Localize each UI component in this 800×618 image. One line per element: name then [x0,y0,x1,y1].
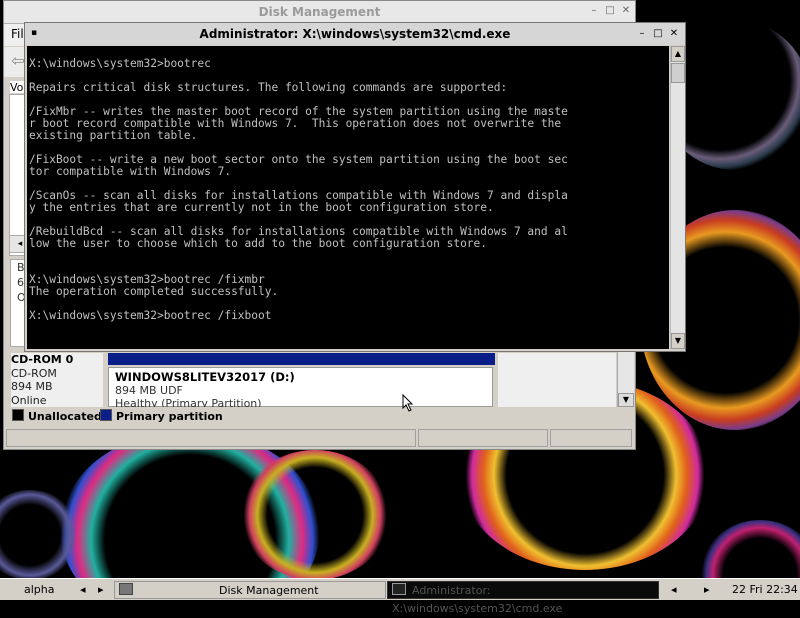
legend: Unallocated Primary partition [6,407,632,425]
clock: 22 Fri 22:34 [732,583,798,596]
task-label: Disk Management [219,584,319,597]
legend-unallocated-label: Unallocated [28,410,102,423]
wallpaper-bubble [240,450,390,580]
close-button[interactable]: ✕ [667,27,681,41]
cdrom-status: Online [11,393,47,407]
status-pane [418,429,548,447]
mouse-pointer-icon [402,394,414,412]
taskbar: alpha ◂ ▸ Disk Management Administrator:… [0,578,800,615]
cmd-titlebar[interactable]: ▪ Administrator: X:\windows\system32\cmd… [25,23,685,45]
scroll-down-icon[interactable]: ▼ [618,393,634,407]
maximize-button[interactable]: □ [602,4,618,18]
legend-unallocated: Unallocated [12,409,102,423]
menu-file[interactable]: Fil [11,27,24,41]
partition-header-bar [108,353,495,365]
scroll-up-icon[interactable]: ▲ [671,46,685,62]
close-button[interactable]: ✕ [618,4,634,18]
status-bar [6,429,632,449]
status-pane [550,429,632,447]
partition-name: WINDOWS8LITEV32017 (D:) [115,370,295,384]
minimize-button[interactable]: – [586,4,602,18]
legend-primary: Primary partition [100,409,223,423]
tray-arrow-icon[interactable]: ▸ [704,582,710,598]
disk-management-icon [119,583,133,595]
workspace-name[interactable]: alpha [24,582,55,598]
cdrom-disk-label[interactable]: CD-ROM 0 CD-ROM 894 MB Online [11,353,103,409]
cdrom-name: CD-ROM 0 [11,353,74,366]
console-output[interactable]: X:\windows\system32>bootrec Repairs crit… [27,46,669,349]
workspace-prev-icon[interactable]: ◂ [80,582,86,598]
scroll-down-icon[interactable]: ▼ [671,333,685,349]
maximize-button[interactable]: □ [651,27,665,41]
cmd-title: Administrator: X:\windows\system32\cmd.e… [199,27,511,41]
console-text: X:\windows\system32>bootrec Repairs crit… [29,57,568,322]
partition-size: 894 MB UDF [115,384,183,397]
task-cmd[interactable]: Administrator: X:\windows\system32\cmd.e… [387,581,659,615]
cmd-icon [392,583,406,595]
unallocated-swatch [12,409,24,421]
minimize-button[interactable]: – [635,27,649,41]
cdrom-size: 894 MB [11,380,53,393]
scroll-thumb[interactable] [671,63,685,83]
disk-management-title: Disk Management [258,5,381,19]
partition-block[interactable]: WINDOWS8LITEV32017 (D:) 894 MB UDF Healt… [108,367,493,410]
tray-arrow-icon[interactable]: ◂ [671,582,677,598]
workspace-next-icon[interactable]: ▸ [98,582,104,598]
primary-swatch [100,409,112,421]
disk-management-titlebar[interactable]: Disk Management – □ ✕ [4,1,635,24]
console-scrollbar[interactable]: ▲ ▼ [670,46,685,349]
cdrom-type: CD-ROM [11,366,57,380]
legend-primary-label: Primary partition [116,410,223,423]
task-disk-management[interactable]: Disk Management [114,581,386,599]
cmd-window[interactable]: ▪ Administrator: X:\windows\system32\cmd… [24,22,686,352]
status-pane [6,429,416,447]
disk-empty-area [498,353,616,407]
vertical-scrollbar[interactable]: ▼ [617,351,634,407]
